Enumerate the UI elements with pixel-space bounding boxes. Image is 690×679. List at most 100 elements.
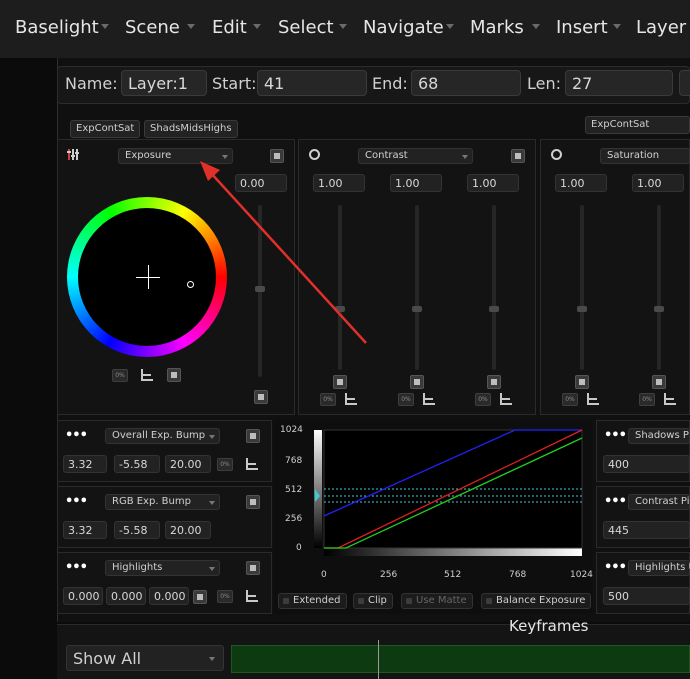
highlights-u-dropdown[interactable]: Highlights U [628,560,690,576]
contrast-percent-button-1[interactable]: 0% [320,393,336,406]
highlights-percent-button[interactable]: 0% [217,590,233,603]
extended-toggle[interactable]: Extended [278,593,347,609]
name-field[interactable]: Layer:1 [121,70,207,96]
overall-exp-bump-dropdown[interactable]: Overall Exp. Bump [105,428,220,444]
curve-edit-icon[interactable] [246,458,258,470]
more-icon[interactable]: ••• [604,494,627,509]
menu-edit[interactable]: Edit [212,17,247,38]
contrast-pivot-value[interactable]: 445 [603,521,690,539]
contrast-slider-knob-1[interactable] [335,306,345,312]
contrast-percent-button-3[interactable]: 0% [475,393,491,406]
contrast-percent-button-2[interactable]: 0% [398,393,414,406]
start-field[interactable]: 41 [257,70,367,96]
contrast-pivot-dropdown[interactable]: Contrast Pi [628,494,690,510]
circle-icon[interactable] [551,149,562,160]
saturation-slider-1[interactable] [580,205,584,370]
circle-icon[interactable] [309,149,320,160]
contrast-slider-knob-3[interactable] [489,306,499,312]
overall-exp-bump-reset-button[interactable] [246,429,260,443]
tab-shadsmidshighs[interactable]: ShadsMidsHighs [144,120,238,138]
curve-edit-icon[interactable] [141,369,153,381]
curve-edit-icon[interactable] [587,393,599,405]
exposure-slider-knob[interactable] [255,286,265,292]
more-icon[interactable]: ••• [604,560,627,575]
contrast-slider-1[interactable] [338,205,342,370]
rgb-bump-value-1[interactable]: 3.32 [63,521,107,539]
rgb-exp-bump-dropdown[interactable]: RGB Exp. Bump [105,494,220,510]
curve-edit-icon[interactable] [500,393,512,405]
timeline-cursor[interactable] [378,640,379,679]
highlights-value-2[interactable]: 0.000 [106,587,146,605]
curve-edit-icon[interactable] [345,393,357,405]
saturation-value-2[interactable]: 1.00 [632,174,684,192]
curve-edit-icon[interactable] [423,393,435,405]
clip-toggle[interactable]: Clip [353,593,393,609]
extra-field[interactable] [679,70,690,96]
rgb-bump-value-3[interactable]: 20.00 [165,521,211,539]
contrast-reset-button-1[interactable] [333,375,347,389]
saturation-slider-2[interactable] [657,205,661,370]
saturation-percent-button-1[interactable]: 0% [562,393,578,406]
more-icon[interactable]: ••• [604,428,627,443]
contrast-reset-button[interactable] [511,149,525,163]
color-picker-handle[interactable] [187,281,194,288]
contrast-value-2[interactable]: 1.00 [390,174,442,192]
contrast-value-3[interactable]: 1.00 [467,174,519,192]
exposure-slider-reset-button[interactable] [254,390,268,404]
more-icon[interactable]: ••• [65,560,88,575]
menu-layer[interactable]: Layer [636,17,686,38]
shadows-pivot-value[interactable]: 400 [603,455,690,473]
rgb-bump-value-2[interactable]: -5.58 [114,521,160,539]
contrast-reset-button-2[interactable] [410,375,424,389]
contrast-reset-button-3[interactable] [487,375,501,389]
keyframe-timeline[interactable] [231,645,690,673]
overall-bump-percent-button[interactable]: 0% [217,458,233,471]
overall-bump-value-1[interactable]: 3.32 [63,455,107,473]
menu-scene[interactable]: Scene [125,17,180,38]
show-all-dropdown[interactable]: Show All [66,645,224,671]
highlights-reset-small-button[interactable] [193,590,207,604]
len-field[interactable]: 27 [565,70,673,96]
exposure-reset-small-button[interactable] [167,368,181,382]
highlights-value-3[interactable]: 0.000 [149,587,189,605]
saturation-reset-button-2[interactable] [652,375,666,389]
use-matte-toggle[interactable]: Use Matte [401,593,473,609]
contrast-slider-2[interactable] [415,205,419,370]
rgb-exp-bump-reset-button[interactable] [246,495,260,509]
saturation-reset-button-1[interactable] [575,375,589,389]
more-icon[interactable]: ••• [65,428,88,443]
menu-insert[interactable]: Insert [556,17,608,38]
curve-edit-icon[interactable] [664,393,676,405]
tab-expcontsat-right[interactable]: ExpContSat [585,116,690,134]
saturation-value-1[interactable]: 1.00 [555,174,607,192]
contrast-slider-knob-2[interactable] [412,306,422,312]
saturation-slider-knob-1[interactable] [577,306,587,312]
menu-navigate[interactable]: Navigate [363,17,444,38]
exposure-reset-button[interactable] [270,149,284,163]
end-field[interactable]: 68 [411,70,521,96]
menu-select[interactable]: Select [278,17,334,38]
overall-bump-value-3[interactable]: 20.00 [165,455,211,473]
exposure-percent-button[interactable]: 0% [112,369,128,382]
highlights-u-value[interactable]: 500 [603,587,690,605]
contrast-slider-3[interactable] [492,205,496,370]
more-icon[interactable]: ••• [65,494,88,509]
shadows-pivot-dropdown[interactable]: Shadows P [628,428,690,444]
curve-graph[interactable] [310,424,592,564]
highlights-reset-button[interactable] [246,561,260,575]
contrast-dropdown[interactable]: Contrast [358,148,473,164]
overall-bump-value-2[interactable]: -5.58 [114,455,160,473]
menu-baselight[interactable]: Baselight [15,17,99,38]
saturation-slider-knob-2[interactable] [654,306,664,312]
saturation-percent-button-2[interactable]: 0% [639,393,655,406]
menu-marks[interactable]: Marks [470,17,524,38]
exposure-value-field[interactable]: 0.00 [235,174,287,192]
saturation-dropdown[interactable]: Saturation [600,148,690,164]
highlights-value-1[interactable]: 0.000 [63,587,103,605]
curve-edit-icon[interactable] [246,590,258,602]
highlights-dropdown[interactable]: Highlights [105,560,220,576]
exposure-dropdown[interactable]: Exposure [118,148,233,164]
sliders-icon[interactable] [67,147,81,161]
contrast-value-1[interactable]: 1.00 [313,174,365,192]
tab-expcontsat[interactable]: ExpContSat [70,120,141,138]
